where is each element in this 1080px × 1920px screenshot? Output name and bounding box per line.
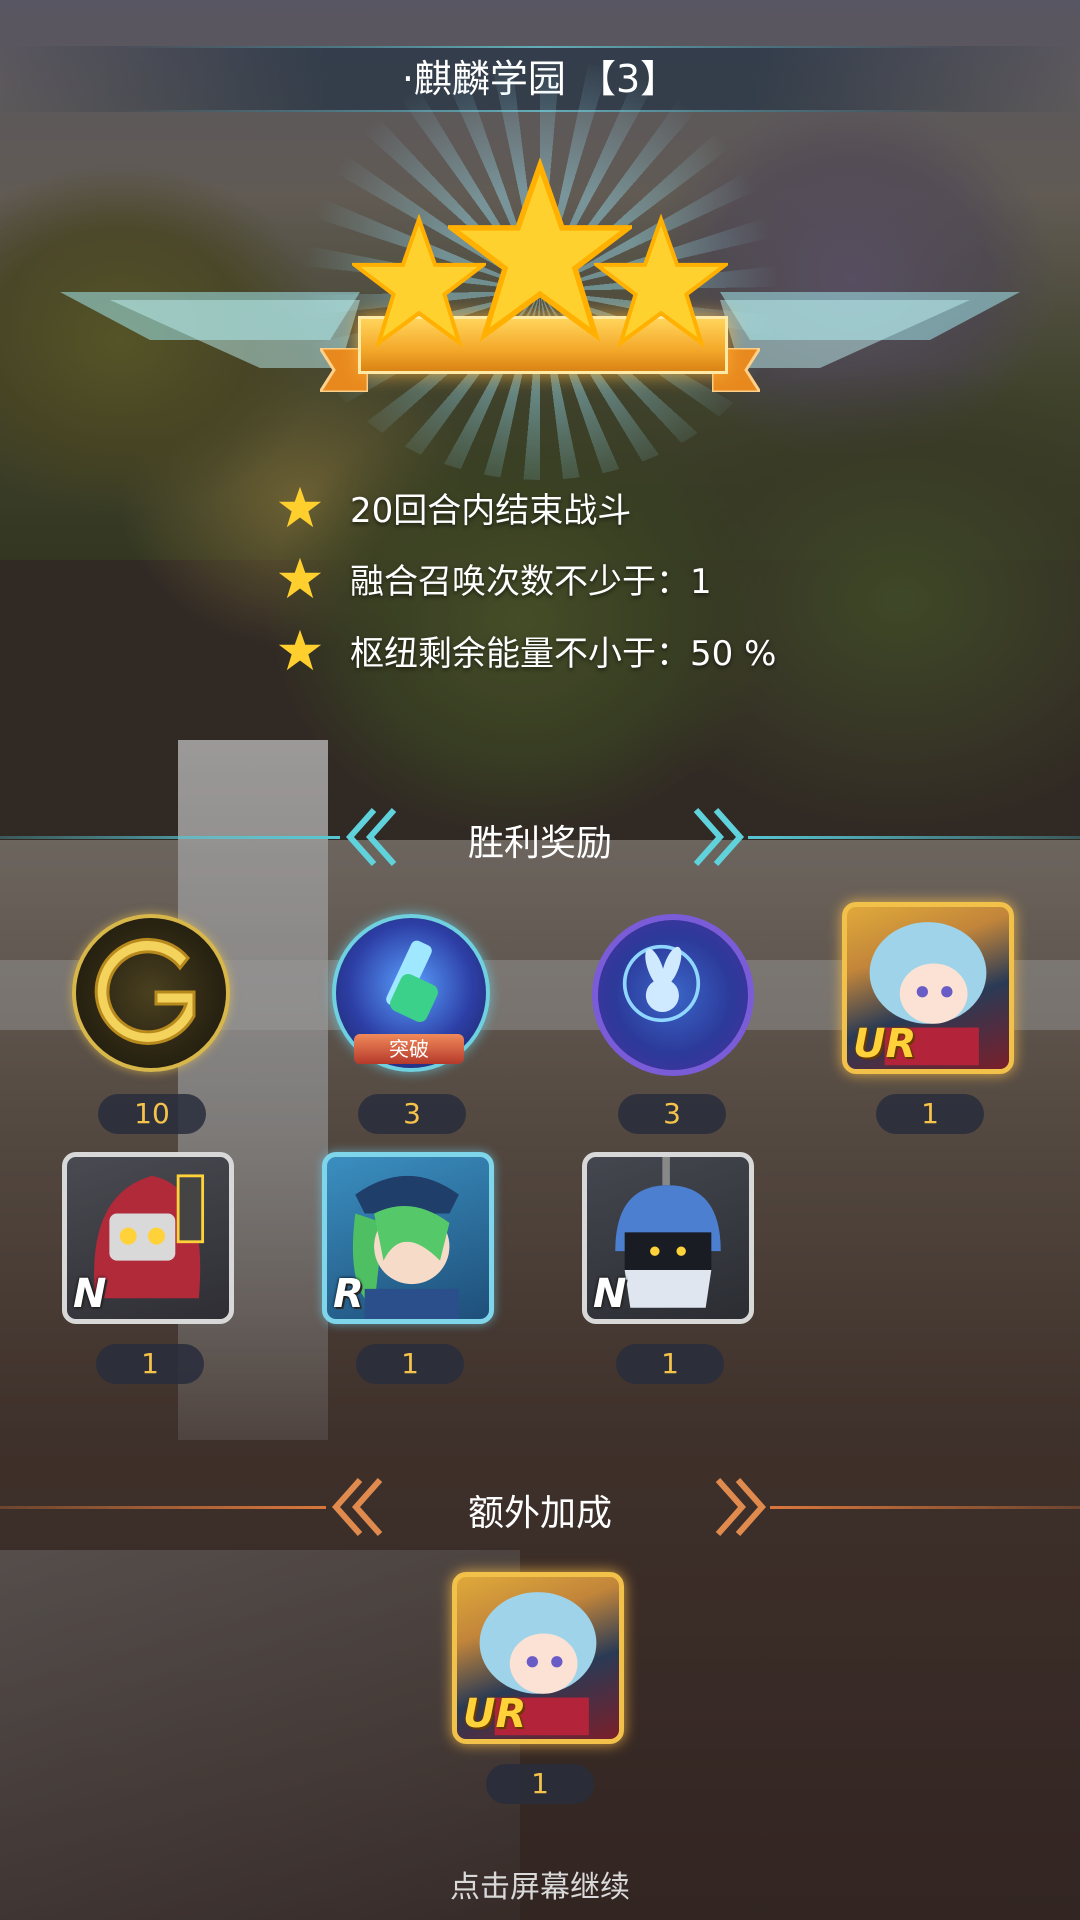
breakthrough-badge: 突破: [354, 1034, 464, 1064]
reward-quantity: 10: [98, 1094, 206, 1134]
reward-item[interactable]: 3: [590, 914, 754, 1134]
reward-quantity: 1: [486, 1764, 594, 1804]
objective-text: 20回合内结束战斗: [350, 490, 632, 531]
rarity-label: N: [593, 1271, 627, 1317]
blue-hair-girl-card: UR: [842, 902, 1014, 1074]
objective-text: 枢纽剩余能量不小于：50 %: [350, 633, 777, 674]
reward-item[interactable]: UR 1: [840, 900, 1020, 1134]
reward-quantity: 1: [356, 1344, 464, 1384]
rarity-label: N: [73, 1271, 107, 1317]
green-hair-captain-card: R: [322, 1152, 494, 1324]
objective-text: 融合召唤次数不少于：1: [350, 561, 712, 602]
reward-item[interactable]: N 1: [60, 1150, 240, 1384]
rabbit-token-icon: [592, 914, 754, 1076]
rarity-label: UR: [853, 1021, 917, 1067]
tap-to-continue-hint[interactable]: 点击屏幕继续: [0, 1862, 1080, 1906]
reward-quantity: 1: [616, 1344, 724, 1384]
objective-row: 融合召唤次数不少于：1: [278, 557, 712, 602]
reward-item[interactable]: 10: [70, 914, 230, 1134]
reward-quantity: 1: [96, 1344, 204, 1384]
objective-row: 枢纽剩余能量不小于：50 %: [278, 629, 776, 674]
reward-item[interactable]: R 1: [320, 1150, 500, 1384]
star-icon: [278, 629, 322, 671]
rarity-label: UR: [463, 1691, 527, 1737]
gold-coin-icon: [72, 914, 230, 1072]
gold-g-glyph: [94, 937, 196, 1045]
blue-robot-card: N: [582, 1152, 754, 1324]
blue-hair-girl-card: UR: [452, 1572, 624, 1744]
bonus-title: 额外加成: [467, 1493, 612, 1534]
victory-rewards-title: 胜利奖励: [467, 823, 612, 864]
star-icon: [278, 486, 322, 528]
rating-star-icon: [594, 214, 728, 348]
rarity-label: R: [333, 1271, 364, 1317]
red-hood-robot-card: N: [62, 1152, 234, 1324]
reward-item[interactable]: 突破 3: [330, 914, 490, 1134]
reward-quantity: 1: [876, 1094, 984, 1134]
reward-quantity: 3: [618, 1094, 726, 1134]
reward-item[interactable]: N 1: [580, 1150, 760, 1384]
rabbit-glyph: [622, 944, 701, 1023]
reward-quantity: 3: [358, 1094, 466, 1134]
star-icon: [278, 557, 322, 599]
objective-row: 20回合内结束战斗: [278, 486, 631, 531]
bonus-item[interactable]: UR 1: [450, 1570, 630, 1804]
